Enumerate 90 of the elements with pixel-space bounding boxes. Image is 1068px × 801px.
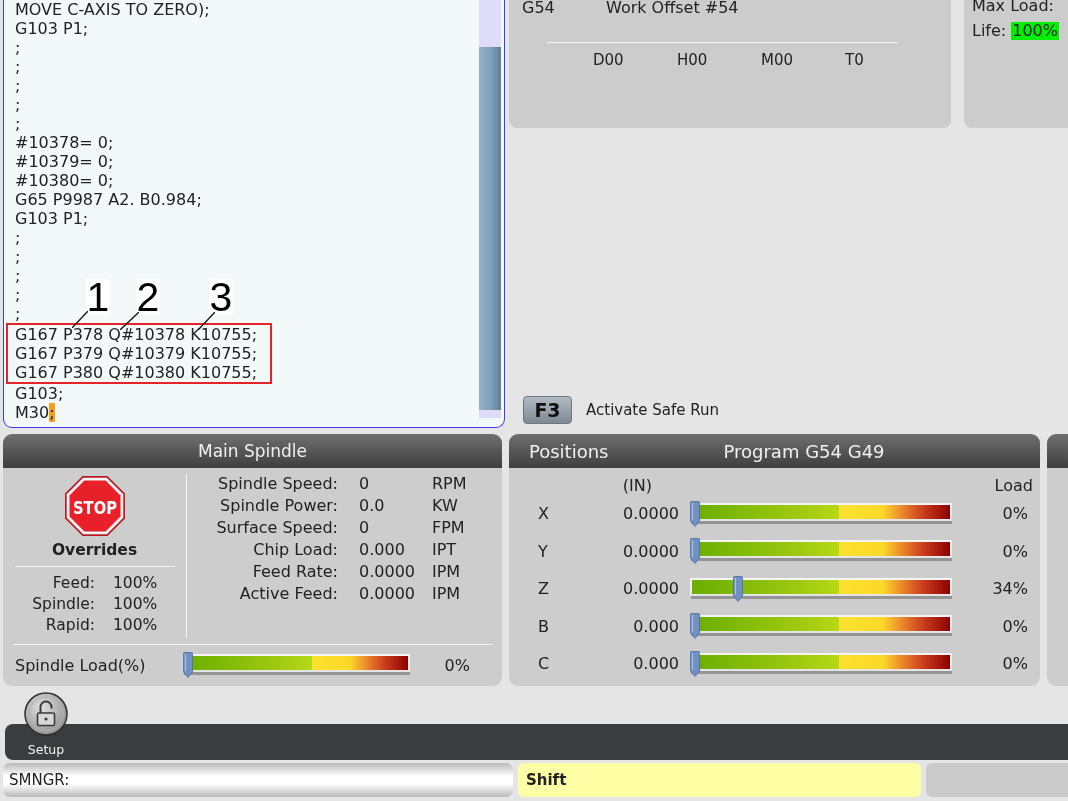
function-key[interactable]: F3 — [523, 396, 572, 424]
active-code: T0 — [845, 52, 864, 68]
axis-load: 34% — [992, 579, 1028, 599]
coordinate-mode: Program G54 G49 — [723, 440, 885, 462]
override-label: Rapid: — [45, 615, 95, 636]
units-label: (IN) — [622, 476, 652, 495]
code-line: G65 P9987 A2. B0.984; — [15, 190, 202, 209]
active-code: H00 — [677, 52, 708, 68]
leader-line — [72, 311, 88, 328]
callout-number: 2 — [135, 279, 161, 315]
code-line: ; — [15, 76, 21, 95]
code-line: ; — [15, 247, 21, 266]
panel-title: Positions — [529, 440, 609, 462]
override-label: Spindle: — [32, 594, 95, 615]
axis-label: X — [538, 504, 549, 524]
code-line: G167 P380 Q#10380 K10755; — [15, 363, 258, 382]
reading-label: Active Feed: — [239, 583, 338, 605]
override-value: 100% — [113, 615, 158, 636]
axis-label: B — [538, 616, 549, 636]
code-line: ; — [15, 266, 21, 285]
code-line: G103 P1; — [15, 209, 89, 228]
offset-code: G54 — [522, 0, 556, 16]
code-line: ; — [15, 228, 21, 247]
axis-position: 0.000 — [633, 616, 679, 636]
reading-value: 0.0000 — [359, 561, 415, 583]
callout-number: 1 — [85, 279, 111, 315]
safe-run-label: Activate Safe Run — [586, 401, 719, 419]
command-field[interactable]: SMNGR: — [3, 763, 513, 797]
load-label: Spindle Load(%) — [15, 655, 147, 675]
code-line: ; — [15, 38, 21, 57]
code-line: ; — [15, 95, 21, 114]
reading-unit: IPT — [432, 539, 457, 561]
axis-position: 0.0000 — [623, 579, 679, 599]
reading-unit: IPM — [432, 561, 461, 583]
code-line: #10380= 0; — [15, 171, 114, 190]
code-line: MOVE C-AXIS TO ZERO); — [15, 0, 210, 19]
axis-load: 0% — [1002, 504, 1028, 524]
panel-title: Main Spindle — [197, 441, 307, 461]
code-line: ; — [15, 285, 21, 304]
setup-tab[interactable]: Setup — [24, 692, 68, 757]
reading-unit: IPM — [432, 583, 461, 605]
reading-unit: FPM — [432, 517, 465, 539]
axis-position: 0.000 — [633, 654, 679, 674]
reading-label: Spindle Power: — [220, 495, 338, 517]
code-line: ; — [15, 57, 21, 76]
reading-unit: KW — [432, 495, 458, 517]
stop-sign-icon: STOP — [63, 475, 126, 537]
reading-value: 0.0 — [359, 495, 385, 517]
axis-position: 0.0000 — [623, 504, 679, 524]
reading-label: Chip Load: — [253, 539, 338, 561]
shift-indicator: Shift — [518, 763, 921, 797]
code-line: G167 P379 Q#10379 K10755; — [15, 344, 258, 363]
code-line: ; — [15, 114, 21, 133]
load-heading: Load — [994, 476, 1033, 495]
code-line: #10378= 0; — [15, 133, 114, 152]
axis-load: 0% — [1002, 616, 1028, 636]
reading-value: 0 — [359, 517, 370, 539]
code-line: G167 P378 Q#10378 K10755; — [15, 325, 258, 344]
code-line: G103 P1; — [15, 19, 89, 38]
offset-name: Work Offset #54 — [606, 0, 739, 16]
leader-line — [198, 312, 215, 330]
active-code: M00 — [761, 52, 794, 68]
code-line: M30 — [15, 403, 50, 422]
axis-label: Y — [538, 541, 548, 561]
code-line: #10379= 0; — [15, 152, 114, 171]
life-value: 100% — [1011, 22, 1059, 40]
reading-label: Feed Rate: — [252, 561, 338, 583]
leader-line — [120, 312, 139, 330]
code-line: G103; — [15, 384, 64, 403]
reading-value: 0.0000 — [359, 583, 415, 605]
code-line: ; — [15, 304, 21, 323]
override-value: 100% — [113, 573, 158, 594]
axis-position: 0.0000 — [623, 541, 679, 561]
overrides-title: Overrides — [51, 541, 138, 559]
reading-label: Spindle Speed: — [218, 473, 338, 495]
axis-load: 0% — [1002, 654, 1028, 674]
reading-label: Surface Speed: — [216, 517, 338, 539]
text-cursor: ; — [49, 403, 55, 422]
reading-unit: RPM — [432, 473, 467, 495]
reading-value: 0 — [359, 473, 370, 495]
active-code: D00 — [593, 52, 624, 68]
life-label: Life: — [972, 22, 1007, 40]
axis-load: 0% — [1002, 541, 1028, 561]
load-reading: 0% — [443, 655, 470, 675]
axis-label: Z — [538, 579, 549, 599]
override-label: Feed: — [52, 573, 95, 594]
override-value: 100% — [113, 594, 158, 615]
callout-number: 3 — [208, 279, 234, 315]
axis-label: C — [538, 654, 550, 674]
reading-value: 0.000 — [359, 539, 405, 561]
